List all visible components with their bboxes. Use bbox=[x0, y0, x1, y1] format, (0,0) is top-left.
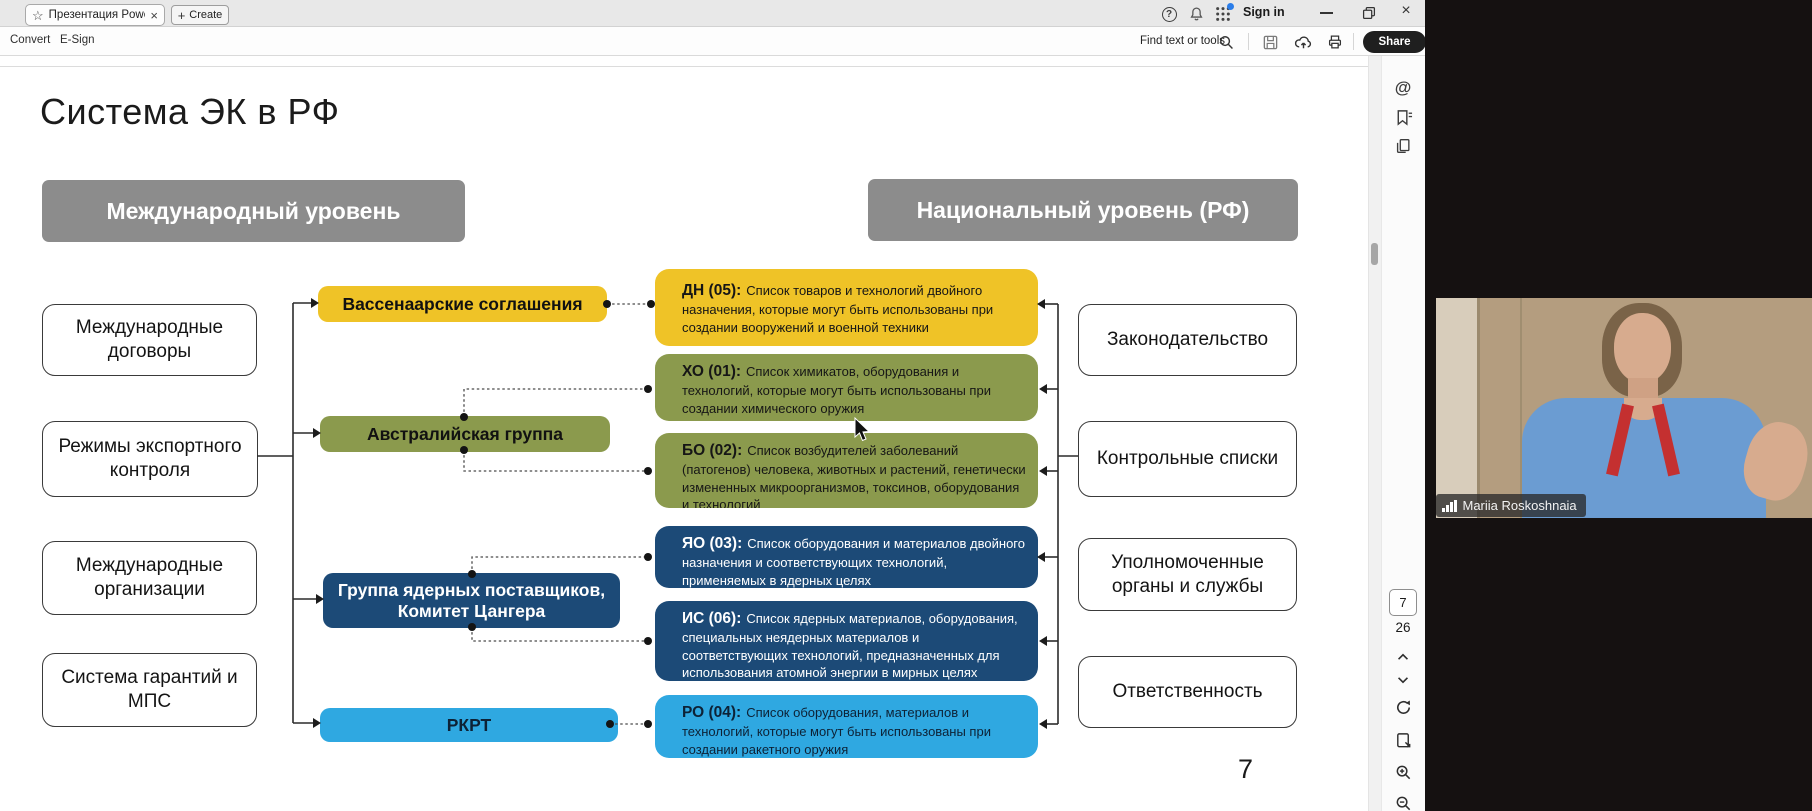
video-call-window[interactable]: Mariia Roskoshnaia bbox=[1436, 298, 1812, 518]
list-is-06: ИС (06):Список ядерных материалов, обору… bbox=[655, 601, 1038, 681]
total-pages-label: 26 bbox=[1389, 620, 1417, 635]
participant-face bbox=[1614, 313, 1671, 383]
notification-dot bbox=[1227, 3, 1234, 10]
vertical-scrollbar[interactable] bbox=[1368, 56, 1381, 811]
list-code: БО (02): bbox=[682, 442, 742, 459]
toolbar-divider bbox=[1248, 33, 1249, 50]
participant-name: Mariia Roskoshnaia bbox=[1463, 498, 1577, 513]
favorite-star-icon[interactable]: ☆ bbox=[32, 9, 44, 22]
list-dn-05: ДН (05):Список товаров и технологий двой… bbox=[655, 269, 1038, 346]
slide-title: Система ЭК в РФ bbox=[40, 91, 339, 133]
sign-in-button[interactable]: Sign in bbox=[1243, 5, 1285, 19]
box-responsibility: Ответственность bbox=[1078, 656, 1297, 728]
box-control-lists: Контрольные списки bbox=[1078, 421, 1297, 497]
regime-nsg-zangger: Группа ядерных поставщиков, Комитет Цанг… bbox=[323, 573, 620, 628]
title-bar: ☆ Презентация PowerPoi... × + Create ? S… bbox=[0, 0, 1425, 27]
toolbar-divider bbox=[1353, 33, 1354, 50]
apps-grid-icon[interactable] bbox=[1214, 5, 1232, 23]
notifications-bell-icon[interactable] bbox=[1187, 5, 1205, 23]
zoom-in-icon[interactable] bbox=[1390, 760, 1416, 784]
search-icon[interactable] bbox=[1216, 32, 1236, 52]
box-authorized-bodies: Уполномоченные органы и службы bbox=[1078, 538, 1297, 611]
print-icon[interactable] bbox=[1325, 32, 1345, 52]
regime-australia-group: Австралийская группа bbox=[320, 416, 610, 452]
save-icon[interactable] bbox=[1260, 32, 1280, 52]
menu-esign[interactable]: E-Sign bbox=[60, 34, 95, 46]
list-ho-01: ХО (01):Список химикатов, оборудования и… bbox=[655, 354, 1038, 421]
bookmarks-icon[interactable] bbox=[1390, 105, 1416, 129]
close-window-icon[interactable]: × bbox=[1396, 2, 1416, 20]
create-button-label: Create bbox=[189, 9, 222, 21]
rotate-refresh-icon[interactable] bbox=[1390, 695, 1416, 719]
share-button[interactable]: Share bbox=[1363, 31, 1426, 53]
plus-icon: + bbox=[178, 9, 186, 22]
list-yao-03: ЯО (03):Список оборудования и материалов… bbox=[655, 526, 1038, 588]
share-button-label: Share bbox=[1379, 36, 1411, 48]
list-bo-02: БО (02):Список возбудителей заболеваний … bbox=[655, 433, 1038, 508]
next-page-icon[interactable] bbox=[1390, 668, 1416, 692]
minimize-window-icon[interactable] bbox=[1320, 12, 1333, 14]
box-guarantees-system: Система гарантий и МПС bbox=[42, 653, 257, 727]
toolbar: Convert E-Sign Find text or tools Share bbox=[0, 27, 1425, 56]
screen: ☆ Презентация PowerPoi... × + Create ? S… bbox=[0, 0, 1812, 811]
box-legislation: Законодательство bbox=[1078, 304, 1297, 376]
list-code: ИС (06): bbox=[682, 610, 741, 627]
regime-wassenaar: Вассенаарские соглашения bbox=[318, 286, 607, 322]
restore-window-icon[interactable] bbox=[1360, 4, 1378, 22]
current-page-input[interactable]: 7 bbox=[1389, 589, 1417, 616]
list-ro-04: РО (04):Список оборудования, материалов … bbox=[655, 695, 1038, 758]
participant-name-badge: Mariia Roskoshnaia bbox=[1436, 494, 1586, 517]
find-text-label[interactable]: Find text or tools bbox=[1140, 35, 1225, 47]
previous-page-icon[interactable] bbox=[1390, 645, 1416, 669]
list-code: РО (04): bbox=[682, 704, 741, 721]
background-door bbox=[1436, 298, 1480, 518]
annotations-icon[interactable]: @ bbox=[1390, 76, 1416, 100]
pages-panel-icon[interactable] bbox=[1390, 134, 1416, 158]
header-international-level: Международный уровень bbox=[42, 180, 465, 242]
share-cloud-icon[interactable] bbox=[1293, 32, 1313, 52]
box-international-organizations: Международные организации bbox=[42, 541, 257, 615]
list-code: ЯО (03): bbox=[682, 535, 742, 552]
regime-mtcr: РКРТ bbox=[320, 708, 618, 742]
menu-convert[interactable]: Convert bbox=[10, 34, 50, 46]
export-page-icon[interactable] bbox=[1390, 728, 1416, 752]
document-tab-title: Презентация PowerPoi... bbox=[49, 9, 146, 21]
zoom-out-icon[interactable] bbox=[1390, 791, 1416, 811]
box-international-treaties: Международные договоры bbox=[42, 304, 257, 376]
list-code: ДН (05): bbox=[682, 282, 741, 299]
pdf-page: Система ЭК в РФ Международный уровень На… bbox=[0, 56, 1368, 811]
page-top-edge bbox=[0, 66, 1368, 67]
audio-signal-icon bbox=[1442, 500, 1457, 512]
scrollbar-thumb[interactable] bbox=[1371, 243, 1378, 265]
help-icon[interactable]: ? bbox=[1160, 5, 1178, 23]
header-national-level: Национальный уровень (РФ) bbox=[868, 179, 1298, 241]
box-export-control-regimes: Режимы экспортного контроля bbox=[42, 421, 258, 497]
tab-close-icon[interactable]: × bbox=[150, 8, 158, 23]
pdf-app-window: ☆ Презентация PowerPoi... × + Create ? S… bbox=[0, 0, 1425, 811]
slide-page-number: 7 bbox=[1238, 754, 1253, 785]
document-tab[interactable]: ☆ Презентация PowerPoi... × bbox=[25, 4, 165, 26]
list-code: ХО (01): bbox=[682, 363, 741, 380]
create-button[interactable]: + Create bbox=[171, 5, 229, 25]
